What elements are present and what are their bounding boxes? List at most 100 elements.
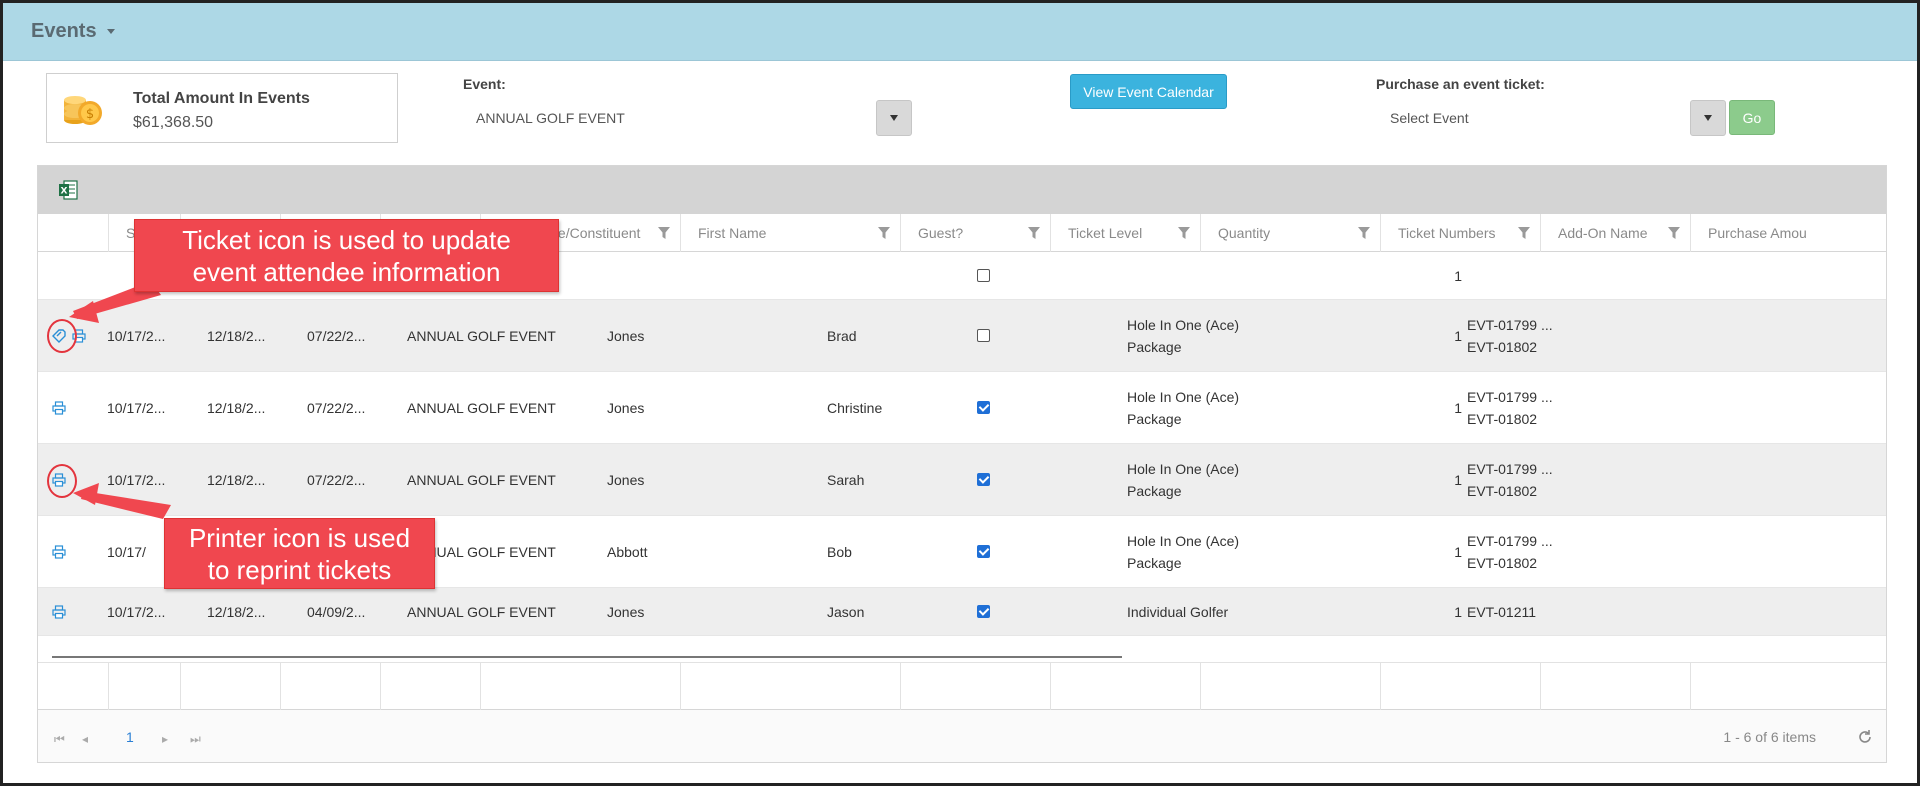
ticket-level-cell: Hole In One (Ace) Package <box>1110 516 1290 587</box>
printer-icon[interactable] <box>52 544 66 559</box>
cell-text: Hole In One (Ace) <box>1127 388 1240 405</box>
cell-d2: 12/18/2... <box>207 327 266 344</box>
caret-down-icon <box>1704 115 1712 121</box>
footer-cell <box>1050 663 1200 711</box>
table-row[interactable]: 10/17/2... 12/18/2... 07/22/2... ANNUAL GOL… <box>38 444 1886 516</box>
go-button[interactable]: Go <box>1729 100 1775 135</box>
excel-export-icon[interactable]: X <box>58 180 78 200</box>
filter-icon[interactable] <box>658 227 670 239</box>
column-header[interactable]: Quantity <box>1200 214 1380 252</box>
table-row[interactable]: 10/17/2... 12/18/2... 07/22/2... ANNUAL GOL… <box>38 372 1886 444</box>
table-row[interactable]: 10/17/2... 12/18/2... 07/22/2... ANNUAL GOL… <box>38 300 1886 372</box>
caret-down-icon <box>890 115 898 121</box>
grid-toolbar: X <box>38 166 1886 214</box>
printer-icon[interactable] <box>52 400 66 415</box>
ticket-level-cell: Hole In One (Ace) Package <box>1110 444 1290 515</box>
cell-d3: 07/22/2... <box>307 471 366 488</box>
chevron-down-icon[interactable] <box>106 29 115 34</box>
column-header[interactable]: First Name <box>680 214 900 252</box>
cell-text: EVT-01211 <box>1467 603 1537 620</box>
column-header[interactable]: Purchase Amou <box>1690 214 1886 252</box>
column-header-label: First Name <box>698 225 767 241</box>
column-header-label: Quantity <box>1218 225 1271 241</box>
cell-text: EVT-01802 <box>1467 554 1538 571</box>
ticket-level-cell: Hole In One (Ace) Package <box>1110 372 1290 443</box>
filter-icon[interactable] <box>1028 227 1040 239</box>
cell-last: Abbott <box>607 543 648 560</box>
current-page[interactable]: 1 <box>126 729 134 745</box>
ticket-icon-highlight <box>47 319 77 353</box>
page-title[interactable]: Events <box>31 20 97 43</box>
event-filter-label: Event: <box>463 76 506 92</box>
ticket-callout: Ticket icon is used to update event atte… <box>134 219 559 292</box>
cell-text: Package <box>1127 338 1182 355</box>
cell-event: ANNUAL GOLF EVENT <box>407 603 556 620</box>
guest-checkbox[interactable] <box>977 473 990 486</box>
filter-icon[interactable] <box>1518 227 1530 239</box>
cell-event: ANNUAL GOLF EVENT <box>407 399 556 416</box>
ticket-callout-line-1: Ticket icon is used to update <box>182 224 511 255</box>
cell-text: Package <box>1127 410 1182 427</box>
grid-pager: ⏮ ◂ 1 ▸ ⏭ 1 - 6 of 6 items <box>38 710 1886 762</box>
ticket-numbers-cell: EVT-01799 ... EVT-01802 <box>1450 444 1600 515</box>
total-amount-value: $61,368.50 <box>133 114 214 131</box>
guest-checkbox[interactable] <box>977 329 990 342</box>
cell-d1: 10/17/2... <box>107 603 166 620</box>
footer-cell <box>1200 663 1380 711</box>
cell-event: ANNUAL GOLF EVENT <box>407 327 556 344</box>
footer-cell <box>680 663 900 711</box>
purchase-event-select[interactable]: Select Event <box>1390 100 1690 136</box>
footer-cell <box>1380 663 1540 711</box>
ticket-level-cell: Individual Golfer <box>1110 588 1290 635</box>
footer-cell <box>480 663 680 711</box>
total-amount-card: $ Total Amount In Events $61,368.50 <box>46 73 398 143</box>
guest-cell <box>960 300 1110 371</box>
printer-icon-highlight <box>47 464 77 498</box>
guest-checkbox[interactable] <box>977 401 990 414</box>
cell-event: ANNUAL GOLF EVENT <box>407 471 556 488</box>
printer-icon[interactable] <box>52 604 66 619</box>
ticket-callout-line-2: event attendee information <box>192 256 501 287</box>
last-page-icon[interactable]: ⏭ <box>190 732 201 747</box>
column-header-label: Guest? <box>918 225 964 241</box>
purchase-dropdown-button[interactable] <box>1690 100 1726 136</box>
printer-callout-line-1: Printer icon is used <box>188 522 411 553</box>
cell-d1: 10/17/2... <box>107 399 166 416</box>
refresh-icon[interactable] <box>1856 728 1874 746</box>
cell-d1: 10/17/2... <box>107 327 166 344</box>
cell-d1: 10/17/2... <box>107 471 166 488</box>
column-header-label: Add-On Name <box>1558 225 1648 241</box>
column-header-label: Ticket Level <box>1068 225 1143 241</box>
cell-text: EVT-01799 ... <box>1467 460 1553 477</box>
event-select[interactable]: ANNUAL GOLF EVENT <box>476 100 912 136</box>
column-header[interactable]: Guest? <box>900 214 1050 252</box>
cell-first: Christine <box>827 399 883 416</box>
cell-last: Jones <box>607 603 645 620</box>
cell-d3: 04/09/2... <box>307 603 366 620</box>
filter-icon[interactable] <box>1358 227 1370 239</box>
column-header[interactable]: Ticket Numbers <box>1380 214 1540 252</box>
table-row[interactable]: 10/17/2... 12/18/2... 04/09/2... ANNUAL GOL… <box>38 588 1886 636</box>
cell-d3: 07/22/2... <box>307 399 366 416</box>
footer-cell <box>1540 663 1690 711</box>
filter-icon[interactable] <box>1668 227 1680 239</box>
next-page-icon[interactable]: ▸ <box>162 732 168 746</box>
column-header-label: Purchase Amou <box>1708 225 1807 241</box>
guest-checkbox[interactable] <box>977 605 990 618</box>
cell-qty: 1 <box>1454 267 1462 284</box>
prev-page-icon[interactable]: ◂ <box>82 732 88 746</box>
filter-icon[interactable] <box>878 227 890 239</box>
column-header[interactable]: Ticket Level <box>1050 214 1200 252</box>
guest-checkbox[interactable] <box>977 545 990 558</box>
ticket-level-cell: Hole In One (Ace) Package <box>1110 300 1290 371</box>
horizontal-scrollbar[interactable] <box>52 656 1122 658</box>
total-amount-label: Total Amount In Events <box>133 90 310 107</box>
filter-icon[interactable] <box>1178 227 1190 239</box>
column-header[interactable]: Add-On Name <box>1540 214 1690 252</box>
guest-checkbox[interactable] <box>977 269 990 282</box>
printer-callout-line-2: to reprint tickets <box>207 554 392 585</box>
footer-cell <box>108 663 180 711</box>
view-event-calendar-button[interactable]: View Event Calendar <box>1070 74 1227 109</box>
first-page-icon[interactable]: ⏮ <box>54 732 65 747</box>
event-dropdown-button[interactable] <box>876 100 912 136</box>
